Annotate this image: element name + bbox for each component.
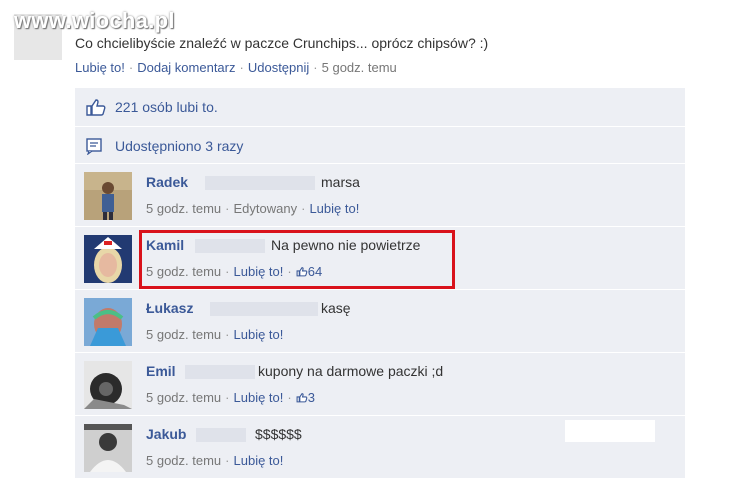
comment-meta: 5 godz. temu · Edytowany · Lubię to! bbox=[146, 201, 360, 216]
comment-text: kasę bbox=[321, 300, 351, 316]
comment-author[interactable]: Radek bbox=[146, 174, 188, 190]
comment-like-link[interactable]: Lubię to! bbox=[234, 327, 284, 342]
shares-count[interactable]: Udostępniono 3 razy bbox=[115, 138, 243, 154]
censored-surname bbox=[196, 428, 246, 442]
comment-item: Łukasz kasę 5 godz. temu · Lubię to! bbox=[75, 290, 685, 353]
comment-time[interactable]: 5 godz. temu bbox=[146, 201, 221, 216]
censored-surname bbox=[210, 302, 318, 316]
comment-time[interactable]: 5 godz. temu bbox=[146, 390, 221, 405]
post-text: Co chcielibyście znaleźć w paczce Crunch… bbox=[75, 35, 489, 51]
comment-like-link[interactable]: Lubię to! bbox=[234, 390, 284, 405]
thumbs-up-icon bbox=[86, 99, 106, 116]
comment-item: Radek marsa 5 godz. temu · Edytowany · Lubię… bbox=[75, 164, 685, 227]
comment-text: $$$$$$ bbox=[255, 426, 302, 442]
post-actions: Lubię to! · Dodaj komentarz · Udostępnij · 5 g… bbox=[75, 60, 397, 75]
avatar[interactable] bbox=[84, 424, 132, 472]
comment-meta: 5 godz. temu · Lubię to! bbox=[146, 327, 284, 342]
white-blot bbox=[565, 420, 655, 442]
shares-summary: Udostępniono 3 razy bbox=[75, 127, 685, 164]
thumbs-up-icon bbox=[296, 393, 308, 403]
comment-time[interactable]: 5 godz. temu bbox=[146, 453, 221, 468]
comment-author[interactable]: Łukasz bbox=[146, 300, 193, 316]
comment-author[interactable]: Jakub bbox=[146, 426, 186, 442]
avatar[interactable] bbox=[84, 298, 132, 346]
likes-summary: 221 osób lubi to. bbox=[75, 88, 685, 127]
comment-author[interactable]: Emil bbox=[146, 363, 176, 379]
comment-meta: 5 godz. temu · Lubię to! bbox=[146, 453, 284, 468]
avatar[interactable] bbox=[84, 361, 132, 409]
censored-surname bbox=[205, 176, 315, 190]
comment-time[interactable]: 5 godz. temu bbox=[146, 327, 221, 342]
avatar[interactable] bbox=[84, 235, 132, 283]
comment-like-count[interactable]: 3 bbox=[296, 390, 315, 405]
comment-text: marsa bbox=[321, 174, 360, 190]
post-comment-link[interactable]: Dodaj komentarz bbox=[137, 60, 235, 75]
post-share-link[interactable]: Udostępnij bbox=[248, 60, 309, 75]
comment-meta: 5 godz. temu · Lubię to! · 3 bbox=[146, 390, 315, 405]
post-like-link[interactable]: Lubię to! bbox=[75, 60, 125, 75]
censored-surname bbox=[185, 365, 255, 379]
comment-item: Emil kupony na darmowe paczki ;d 5 godz.… bbox=[75, 353, 685, 416]
post-time[interactable]: 5 godz. temu bbox=[322, 60, 397, 75]
comment-like-link[interactable]: Lubię to! bbox=[234, 453, 284, 468]
likes-count[interactable]: 221 osób lubi to. bbox=[115, 99, 218, 115]
comment-like-link[interactable]: Lubię to! bbox=[309, 201, 359, 216]
avatar[interactable] bbox=[84, 172, 132, 220]
comment-edited: Edytowany bbox=[233, 201, 298, 216]
comment-text: kupony na darmowe paczki ;d bbox=[258, 363, 444, 379]
watermark: www.wiocha.pl bbox=[14, 8, 175, 33]
share-icon bbox=[86, 138, 102, 155]
highlight-box bbox=[139, 230, 455, 289]
